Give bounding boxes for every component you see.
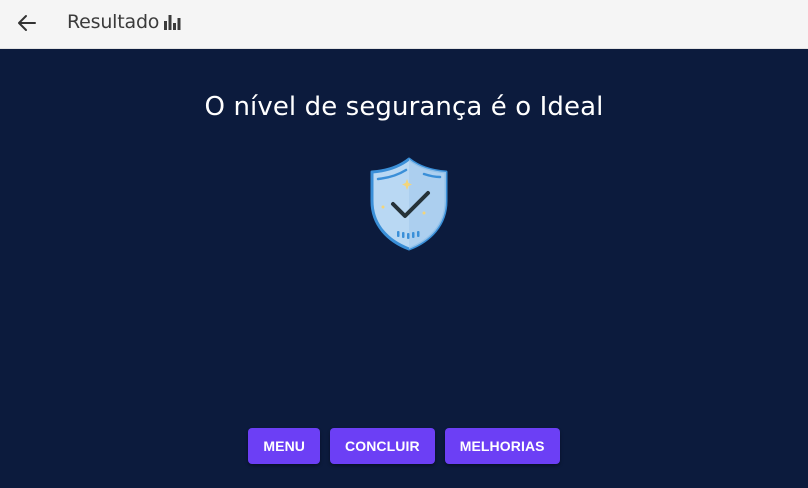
action-buttons: MENU CONCLUIR MELHORIAS — [0, 428, 808, 464]
melhorias-button[interactable]: MELHORIAS — [444, 428, 560, 464]
top-app-bar: Resultado — [0, 0, 808, 49]
bar-chart-icon — [163, 13, 181, 31]
menu-button[interactable]: MENU — [248, 428, 321, 464]
concluir-button[interactable]: CONCLUIR — [330, 428, 435, 464]
security-level-headline: O nível de segurança é o Ideal — [204, 92, 604, 122]
back-button[interactable] — [12, 8, 42, 38]
page-title-group: Resultado — [67, 11, 181, 33]
page-title: Resultado — [67, 11, 160, 33]
result-content: O nível de segurança é o Ideal MENU CONC… — [0, 49, 808, 488]
shield-check-icon — [370, 157, 448, 251]
app-window: Resultado O nível de segurança é o Ideal — [0, 0, 808, 488]
arrow-left-icon — [18, 15, 36, 31]
